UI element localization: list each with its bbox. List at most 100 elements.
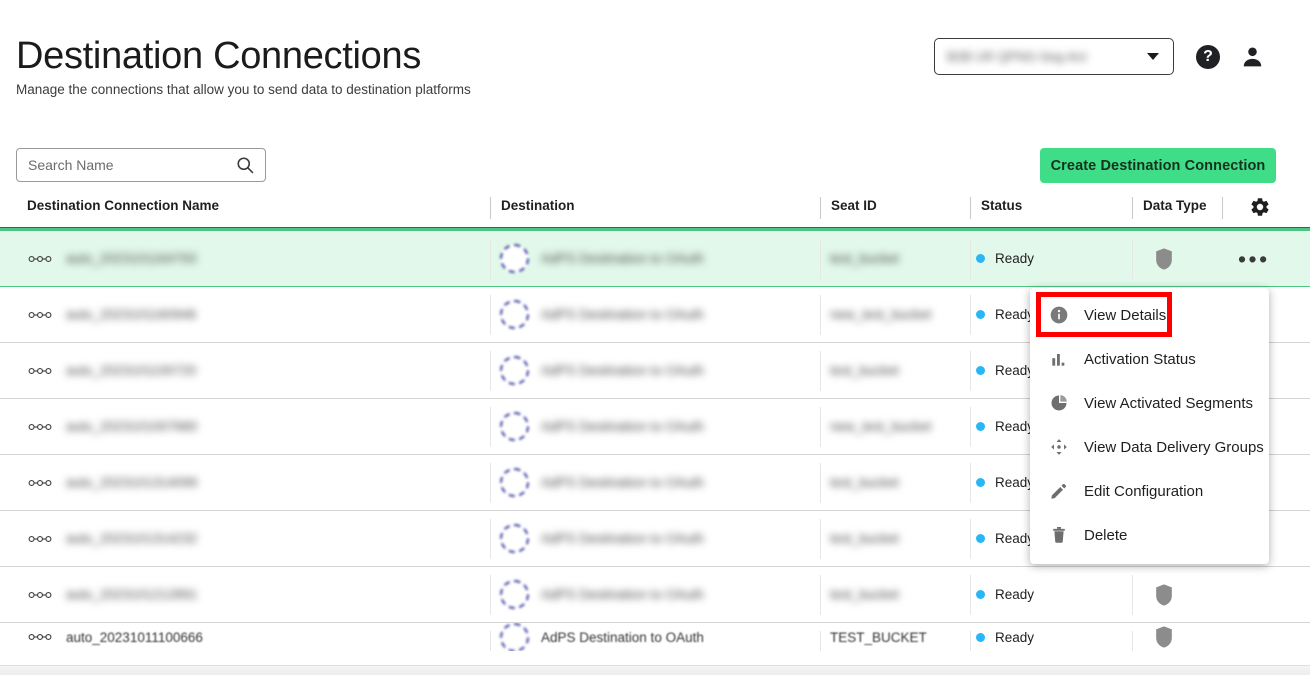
seat-id-text: test_bucket: [830, 363, 900, 378]
cell-status: Ready: [970, 231, 1132, 286]
status-badge: Ready: [995, 587, 1035, 602]
column-header-data-type[interactable]: Data Type: [1132, 197, 1207, 219]
destination-text: AdPS Destination to OAuth: [541, 475, 704, 490]
cell-data-type: [1132, 231, 1222, 286]
cell-connection-name: auto_2023101160946: [0, 287, 490, 342]
cell-destination: AdPS Destination to OAuth: [490, 567, 820, 622]
destination-logo-icon: [500, 300, 529, 329]
destination-logo-icon: [500, 580, 529, 609]
context-menu-item-activation-status[interactable]: Activation Status: [1030, 337, 1269, 381]
status-dot: [976, 632, 985, 642]
context-menu-item-label: View Activated Segments: [1084, 394, 1253, 412]
destination-text: AdPS Destination to OAuth: [541, 307, 704, 322]
cell-row-menu: •••: [1222, 231, 1310, 286]
context-menu-item-view-data-delivery-groups[interactable]: View Data Delivery Groups: [1030, 425, 1269, 469]
seat-id-text: new_test_bucket: [830, 419, 932, 434]
connection-name-text: auto_2023101164793: [66, 251, 197, 266]
destination-text: AdPS Destination to OAuth: [541, 419, 704, 434]
status-dot: [976, 590, 985, 599]
search-icon[interactable]: [235, 155, 255, 175]
create-destination-connection-button[interactable]: Create Destination Connection: [1040, 148, 1276, 183]
destination-logo-icon: [500, 412, 529, 441]
seat-id-text: test_bucket: [830, 475, 900, 490]
cell-destination: AdPS Destination to OAuth: [490, 287, 820, 342]
context-menu-item-label: Activation Status: [1084, 350, 1196, 368]
page-subtitle: Manage the connections that allow you to…: [16, 82, 471, 97]
destination-logo-icon: [500, 623, 529, 651]
seat-id-text: new_test_bucket: [830, 307, 932, 322]
cell-seat-id: TEST_BUCKET: [820, 623, 970, 651]
destination-text: AdPS Destination to OAuth: [541, 629, 704, 645]
chevron-down-icon: [1147, 53, 1159, 60]
cell-destination: AdPS Destination to OAuth: [490, 455, 820, 510]
search-input[interactable]: [28, 157, 235, 173]
column-header-name[interactable]: Destination Connection Name: [16, 198, 219, 213]
cell-destination: AdPS Destination to OAuth: [490, 623, 820, 651]
cell-status: Ready: [970, 623, 1132, 651]
trash-icon: [1048, 524, 1070, 546]
context-menu-item-label: Delete: [1084, 526, 1128, 544]
context-menu-item-delete[interactable]: Delete: [1030, 513, 1269, 557]
cell-seat-id: test_bucket: [820, 511, 970, 566]
status-badge: Ready: [995, 307, 1035, 322]
status-dot: [976, 478, 985, 487]
destination-text: AdPS Destination to OAuth: [541, 587, 704, 602]
column-header-destination[interactable]: Destination: [490, 197, 575, 219]
horizontal-scrollbar[interactable]: [0, 665, 1310, 675]
connection-name-text: auto_2023101007680: [66, 419, 198, 434]
connection-name-text: auto_2023101100720: [66, 363, 197, 378]
status-dot: [976, 310, 985, 319]
context-menu-item-label: View Data Delivery Groups: [1084, 438, 1264, 456]
cell-connection-name: auto_2023101164793: [0, 231, 490, 286]
context-menu-item-edit-configuration[interactable]: Edit Configuration: [1030, 469, 1269, 513]
connection-name-text: auto_2023101314099: [66, 475, 198, 490]
destination-logo-icon: [500, 244, 529, 273]
seat-id-text: test_bucket: [830, 587, 900, 602]
seat-id-text: test_bucket: [830, 531, 900, 546]
row-context-menu[interactable]: View Details Activation Status View Acti…: [1030, 288, 1269, 564]
destination-text: AdPS Destination to OAuth: [541, 531, 704, 546]
account-select[interactable]: B2B UR QPNG-Seg-Act: [934, 38, 1174, 75]
status-badge: Ready: [995, 363, 1035, 378]
seat-id-text: TEST_BUCKET: [830, 629, 927, 645]
cell-connection-name: auto_2023101007680: [0, 399, 490, 454]
gear-icon[interactable]: [1249, 196, 1271, 218]
connection-name-text: auto_2023101212891: [66, 587, 198, 602]
info-circle-icon: [1048, 304, 1070, 326]
destination-text: AdPS Destination to OAuth: [541, 363, 704, 378]
table-header-row: Destination Connection Name Destination …: [0, 196, 1310, 228]
destination-text: AdPS Destination to OAuth: [541, 251, 704, 266]
cell-destination: AdPS Destination to OAuth: [490, 511, 820, 566]
status-badge: Ready: [995, 629, 1035, 645]
ellipsis-icon[interactable]: •••: [1238, 247, 1270, 270]
page-title: Destination Connections: [16, 35, 422, 77]
bar-chart-icon: [1048, 348, 1070, 370]
cell-seat-id: new_test_bucket: [820, 287, 970, 342]
destination-logo-icon: [500, 468, 529, 497]
status-dot: [976, 534, 985, 543]
status-badge: Ready: [995, 251, 1035, 266]
table-row[interactable]: auto_20231011100666 AdPS Destination to …: [0, 623, 1310, 651]
status-dot: [976, 366, 985, 375]
context-menu-item-view-details[interactable]: View Details: [1030, 293, 1269, 337]
context-menu-item-view-activated-segments[interactable]: View Activated Segments: [1030, 381, 1269, 425]
table-row[interactable]: auto_2023101212891 AdPS Destination to O…: [0, 567, 1310, 623]
person-icon[interactable]: [1240, 44, 1265, 70]
cell-connection-name: auto_2023101314232: [0, 511, 490, 566]
account-select-value: B2B UR QPNG-Seg-Act: [947, 49, 1087, 64]
table-row[interactable]: auto_2023101164793 AdPS Destination to O…: [0, 231, 1310, 287]
column-header-seat-id[interactable]: Seat ID: [820, 197, 877, 219]
connection-name-text: auto_20231011100666: [66, 629, 203, 645]
column-header-status[interactable]: Status: [970, 197, 1022, 219]
search-box[interactable]: [16, 148, 266, 182]
destination-connections-page: Destination Connections Manage the conne…: [0, 0, 1310, 675]
cell-status: Ready: [970, 567, 1132, 622]
move-arrows-icon: [1048, 436, 1070, 458]
connection-name-text: auto_2023101314232: [66, 531, 198, 546]
help-circle-icon[interactable]: ?: [1196, 45, 1220, 69]
status-badge: Ready: [995, 475, 1035, 490]
destination-logo-icon: [500, 524, 529, 553]
cell-destination: AdPS Destination to OAuth: [490, 231, 820, 286]
context-menu-item-label: Edit Configuration: [1084, 482, 1204, 500]
pie-chart-icon: [1048, 392, 1070, 414]
